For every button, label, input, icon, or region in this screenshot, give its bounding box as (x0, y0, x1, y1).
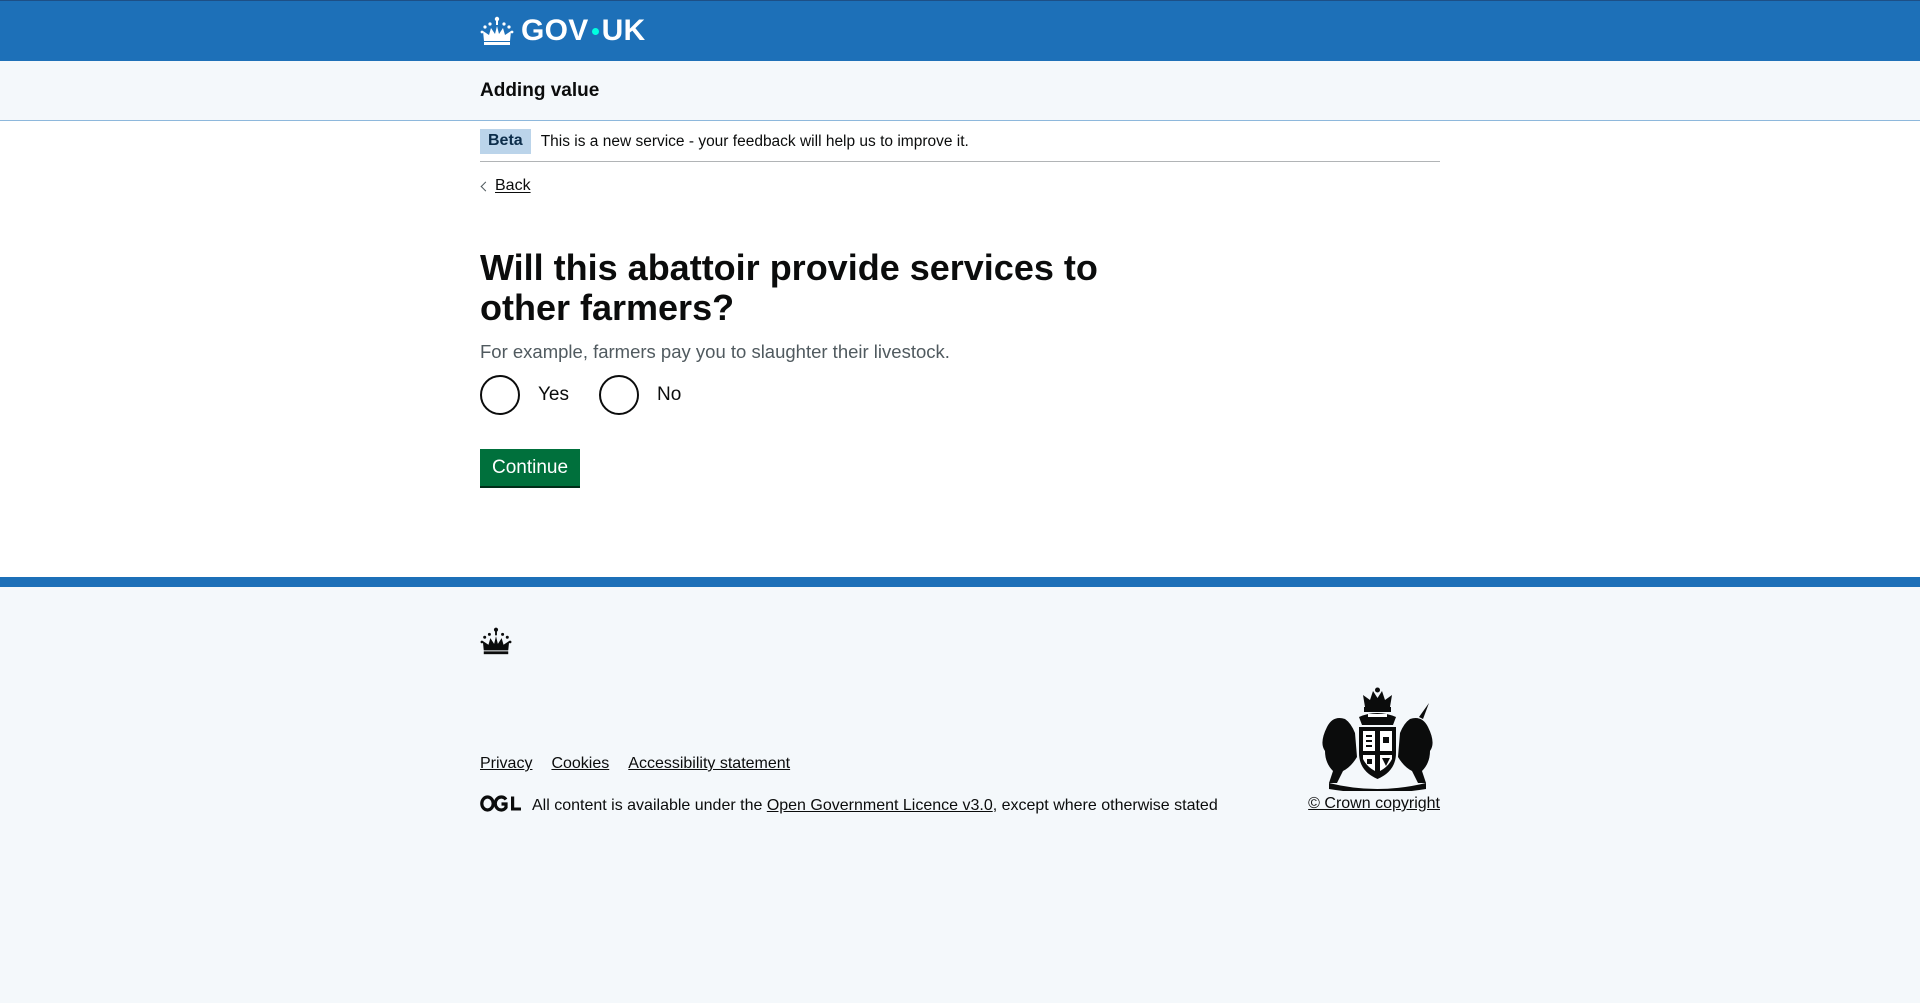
licence-prefix: All content is available under the (532, 797, 767, 814)
licence-statement: All content is available under the Open … (480, 795, 1218, 817)
royal-coat-of-arms-icon (1315, 687, 1440, 796)
footer-link-cookies[interactable]: Cookies (551, 755, 609, 773)
ogl-logo-icon (480, 795, 522, 817)
service-nav-container: Adding value (480, 61, 1440, 120)
logotype-left: GOV (521, 14, 589, 47)
continue-button[interactable]: Continue (480, 449, 581, 486)
crown-copyright-link[interactable]: © Crown copyright (1308, 795, 1440, 813)
radio-option-yes[interactable]: Yes (480, 375, 569, 415)
logotype-right: UK (601, 14, 646, 47)
govuk-logotype: GOV UK (521, 14, 646, 48)
crown-icon (480, 16, 514, 46)
radio-label-yes[interactable]: Yes (538, 384, 569, 406)
radio-label-no[interactable]: No (657, 384, 681, 406)
header-container: GOV UK (480, 1, 1440, 61)
main-wrapper: Beta This is a new service - your feedba… (0, 121, 1920, 577)
phase-tag: Beta (480, 129, 531, 154)
footer-container: Privacy Cookies Accessibility statement … (480, 587, 1440, 1003)
footer-link-privacy[interactable]: Privacy (480, 755, 532, 773)
service-navigation: Adding value (0, 61, 1920, 121)
chevron-left-icon (480, 181, 491, 191)
crown-icon (480, 626, 512, 661)
licence-suffix: , except where otherwise stated (992, 797, 1218, 814)
radio-input-yes[interactable] (480, 375, 520, 415)
phase-banner-text: This is a new service - your feedback wi… (540, 132, 969, 150)
govuk-logo-link[interactable]: GOV UK (480, 14, 646, 48)
footer-link-accessibility[interactable]: Accessibility statement (628, 755, 790, 773)
back-link-label: Back (495, 177, 531, 194)
govuk-header: GOV UK (0, 0, 1920, 61)
phase-banner: Beta This is a new service - your feedba… (480, 121, 1440, 162)
main-container: Beta This is a new service - your feedba… (480, 121, 1440, 486)
logotype-dot (591, 27, 599, 35)
licence-link[interactable]: Open Government Licence v3.0 (767, 797, 993, 815)
back-link[interactable]: Back (480, 177, 531, 195)
radio-input-no[interactable] (599, 375, 639, 415)
page-question-heading: Will this abattoir provide services to o… (480, 247, 1098, 328)
service-name[interactable]: Adding value (480, 80, 599, 102)
radio-group: Yes No (480, 375, 1440, 415)
question-hint: For example, farmers pay you to slaughte… (480, 341, 950, 362)
footer-links: Privacy Cookies Accessibility statement (480, 755, 809, 773)
govuk-footer: Privacy Cookies Accessibility statement … (0, 577, 1920, 1003)
radio-option-no[interactable]: No (599, 375, 681, 415)
